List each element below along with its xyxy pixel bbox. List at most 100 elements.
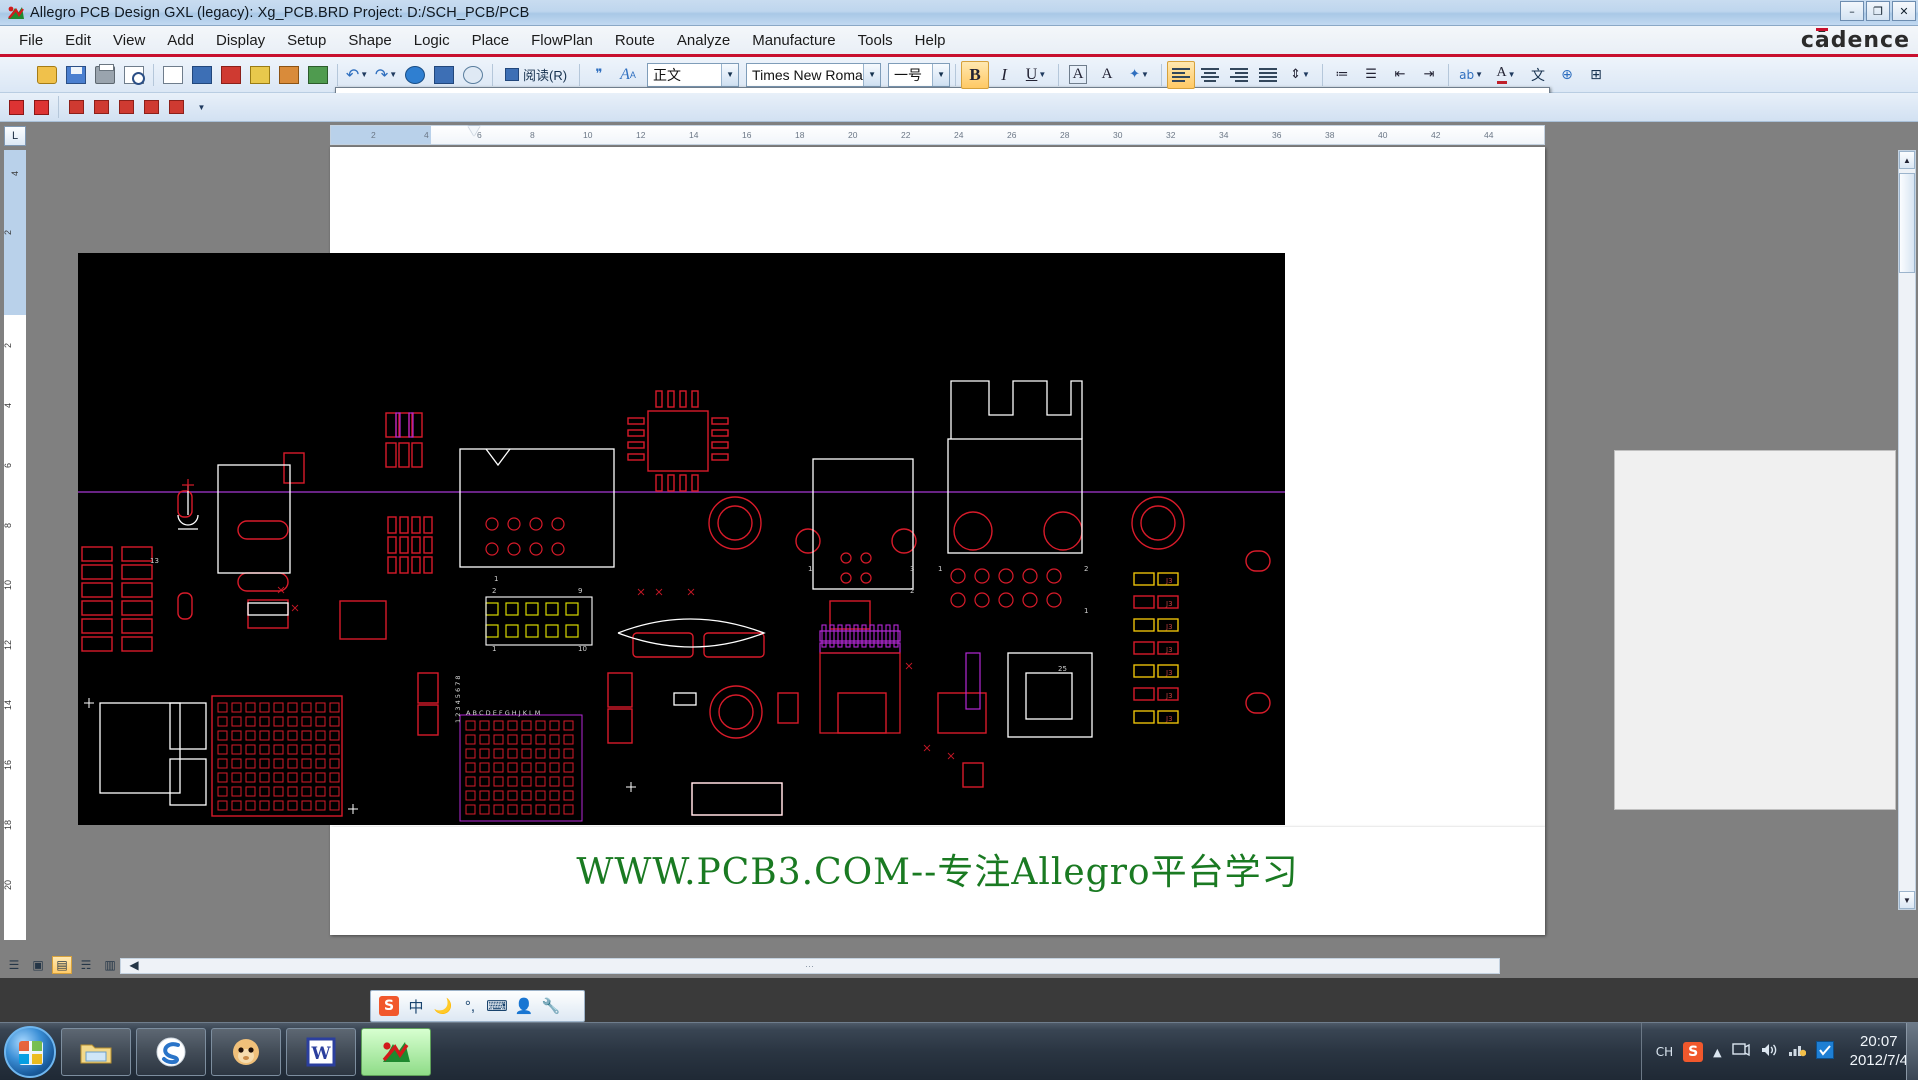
- select-browse-object-icon[interactable]: ◀: [124, 956, 144, 974]
- open-folder-icon[interactable]: [33, 61, 61, 89]
- print-preview-icon[interactable]: [120, 61, 148, 89]
- print-layout-view-icon[interactable]: ☰: [4, 956, 24, 974]
- paste-icon[interactable]: [275, 61, 303, 89]
- network-icon[interactable]: [1731, 1042, 1750, 1062]
- menu-item-view[interactable]: View: [102, 29, 156, 52]
- paragraph-style-combo[interactable]: 正文 ▼: [647, 62, 740, 87]
- pdf-export-icon[interactable]: [4, 95, 28, 119]
- redo-icon[interactable]: ↷ ▼: [372, 61, 400, 89]
- start-button[interactable]: [4, 1025, 56, 1078]
- sogou-ime-bar[interactable]: S 中 🌙 °, ⌨ 👤 🔧: [370, 990, 585, 1022]
- chevron-down-icon[interactable]: ▼: [721, 63, 739, 86]
- line-spacing-icon[interactable]: ⇕ ▼: [1283, 61, 1317, 89]
- first-line-indent-marker[interactable]: [468, 126, 480, 136]
- spellcheck-icon[interactable]: [159, 61, 187, 89]
- menu-item-edit[interactable]: Edit: [54, 29, 102, 52]
- taskbar-button-allegro-pcb-design[interactable]: [361, 1027, 431, 1076]
- align-right-icon[interactable]: [1225, 61, 1253, 89]
- soft-keyboard-icon[interactable]: ⌨: [486, 996, 508, 1016]
- scroll-up-arrow-icon[interactable]: ▲: [1899, 151, 1915, 169]
- print-icon[interactable]: [91, 61, 119, 89]
- numbered-list-icon[interactable]: ≔: [1328, 61, 1356, 89]
- menu-item-file[interactable]: File: [8, 29, 54, 52]
- tray-sogou-icon[interactable]: S: [1683, 1042, 1704, 1062]
- chevron-down-icon-size[interactable]: ▼: [932, 63, 950, 86]
- new-document-icon[interactable]: [4, 61, 1550, 767]
- outline-view-icon[interactable]: ☴: [76, 956, 96, 974]
- font-size-combo[interactable]: 一号 ▼: [888, 62, 951, 87]
- menu-item-setup[interactable]: Setup: [276, 29, 337, 52]
- minimize-button[interactable]: –: [1840, 1, 1864, 21]
- align-left-icon[interactable]: [1167, 60, 1196, 89]
- taskbar-clock[interactable]: 20:07 2012/7/4: [1850, 1033, 1908, 1071]
- web-layout-view-icon[interactable]: ▤: [52, 956, 72, 974]
- bold-button[interactable]: B: [961, 60, 990, 89]
- cut-icon[interactable]: [217, 61, 245, 89]
- align-justify-icon[interactable]: [1254, 61, 1282, 89]
- menu-item-place[interactable]: Place: [461, 29, 521, 52]
- redbox-3-icon[interactable]: [114, 95, 138, 119]
- research-icon[interactable]: [188, 61, 216, 89]
- taskbar-button-windows-explorer[interactable]: [61, 1027, 131, 1076]
- chevron-down-icon-font[interactable]: ▼: [863, 63, 881, 86]
- taskbar-button-microsoft-word[interactable]: W: [286, 1027, 356, 1076]
- show-hidden-icons-arrow[interactable]: ▲: [1713, 1046, 1721, 1059]
- taskbar-button-sogou-browser[interactable]: [136, 1027, 206, 1076]
- menu-item-add[interactable]: Add: [156, 29, 205, 52]
- tray-language-label[interactable]: CH: [1656, 1045, 1673, 1059]
- vertical-scroll-thumb[interactable]: [1899, 173, 1915, 273]
- menu-item-flowplan[interactable]: FlowPlan: [520, 29, 604, 52]
- underline-button[interactable]: U ▼: [1019, 61, 1053, 89]
- close-button[interactable]: ✕: [1892, 1, 1916, 21]
- redbox-2-icon[interactable]: [89, 95, 113, 119]
- tab-selector-button[interactable]: L: [4, 126, 26, 146]
- help-icon[interactable]: [459, 61, 487, 89]
- horizontal-ruler[interactable]: 2 4 6 8 10 12 14 16 18 20 22 24 26 28 30…: [330, 125, 1545, 145]
- insert-hyperlink-icon[interactable]: [401, 61, 429, 89]
- menu-item-route[interactable]: Route: [604, 29, 666, 52]
- italic-button[interactable]: I: [990, 61, 1018, 89]
- show-desktop-button[interactable]: [1906, 1023, 1918, 1080]
- clear-formatting-icon[interactable]: A: [1064, 61, 1092, 89]
- draft-view-icon[interactable]: ▥: [100, 956, 120, 974]
- chinese-layout-icon[interactable]: 文: [1524, 61, 1552, 89]
- menu-item-manufacture[interactable]: Manufacture: [741, 29, 846, 52]
- toolbar2-overflow-icon[interactable]: ▼: [189, 95, 213, 119]
- copy-icon[interactable]: [246, 61, 274, 89]
- menu-item-tools[interactable]: Tools: [847, 29, 904, 52]
- reading-layout-button[interactable]: 阅读(R): [498, 61, 574, 89]
- update-icon[interactable]: [1815, 1041, 1834, 1063]
- user-icon[interactable]: 👤: [514, 996, 534, 1016]
- vertical-scrollbar[interactable]: ▲ ▼: [1898, 150, 1916, 910]
- taskbar-button-qq-messenger[interactable]: [211, 1027, 281, 1076]
- menu-item-logic[interactable]: Logic: [403, 29, 461, 52]
- menu-item-display[interactable]: Display: [205, 29, 276, 52]
- menu-item-help[interactable]: Help: [904, 29, 957, 52]
- volume-icon[interactable]: [1760, 1042, 1778, 1062]
- borders-icon[interactable]: ⊞: [1582, 61, 1610, 89]
- punctuation-icon[interactable]: °,: [460, 996, 480, 1016]
- web-tools-icon[interactable]: ⊕: [1553, 61, 1581, 89]
- redbox-5-icon[interactable]: [164, 95, 188, 119]
- character-shading-icon[interactable]: A: [1093, 61, 1121, 89]
- wrench-icon[interactable]: 🔧: [541, 996, 561, 1016]
- redbox-icon[interactable]: [64, 95, 88, 119]
- pdf-send-icon[interactable]: [29, 95, 53, 119]
- increase-indent-icon[interactable]: ⇥: [1415, 61, 1443, 89]
- restore-button[interactable]: ❐: [1866, 1, 1890, 21]
- text-highlight-icon[interactable]: ab ▼: [1454, 61, 1488, 89]
- scroll-down-arrow-icon[interactable]: ▼: [1899, 891, 1915, 909]
- show-formatting-icon[interactable]: ❞: [585, 61, 613, 89]
- sogou-icon[interactable]: S: [379, 996, 399, 1016]
- font-color-icon[interactable]: A ▼: [1489, 61, 1523, 89]
- menu-item-analyze[interactable]: Analyze: [666, 29, 741, 52]
- moon-icon[interactable]: 🌙: [433, 996, 453, 1016]
- decrease-indent-icon[interactable]: ⇤: [1386, 61, 1414, 89]
- bulleted-list-icon[interactable]: ☰: [1357, 61, 1385, 89]
- full-screen-reading-view-icon[interactable]: ▣: [28, 956, 48, 974]
- save-icon[interactable]: [62, 61, 90, 89]
- text-effect-icon[interactable]: ✦ ▼: [1122, 61, 1156, 89]
- align-center-icon[interactable]: [1196, 61, 1224, 89]
- redbox-4-icon[interactable]: [139, 95, 163, 119]
- vertical-ruler[interactable]: 4 2 2 4 6 8 10 12 14 16 18 20: [3, 150, 26, 940]
